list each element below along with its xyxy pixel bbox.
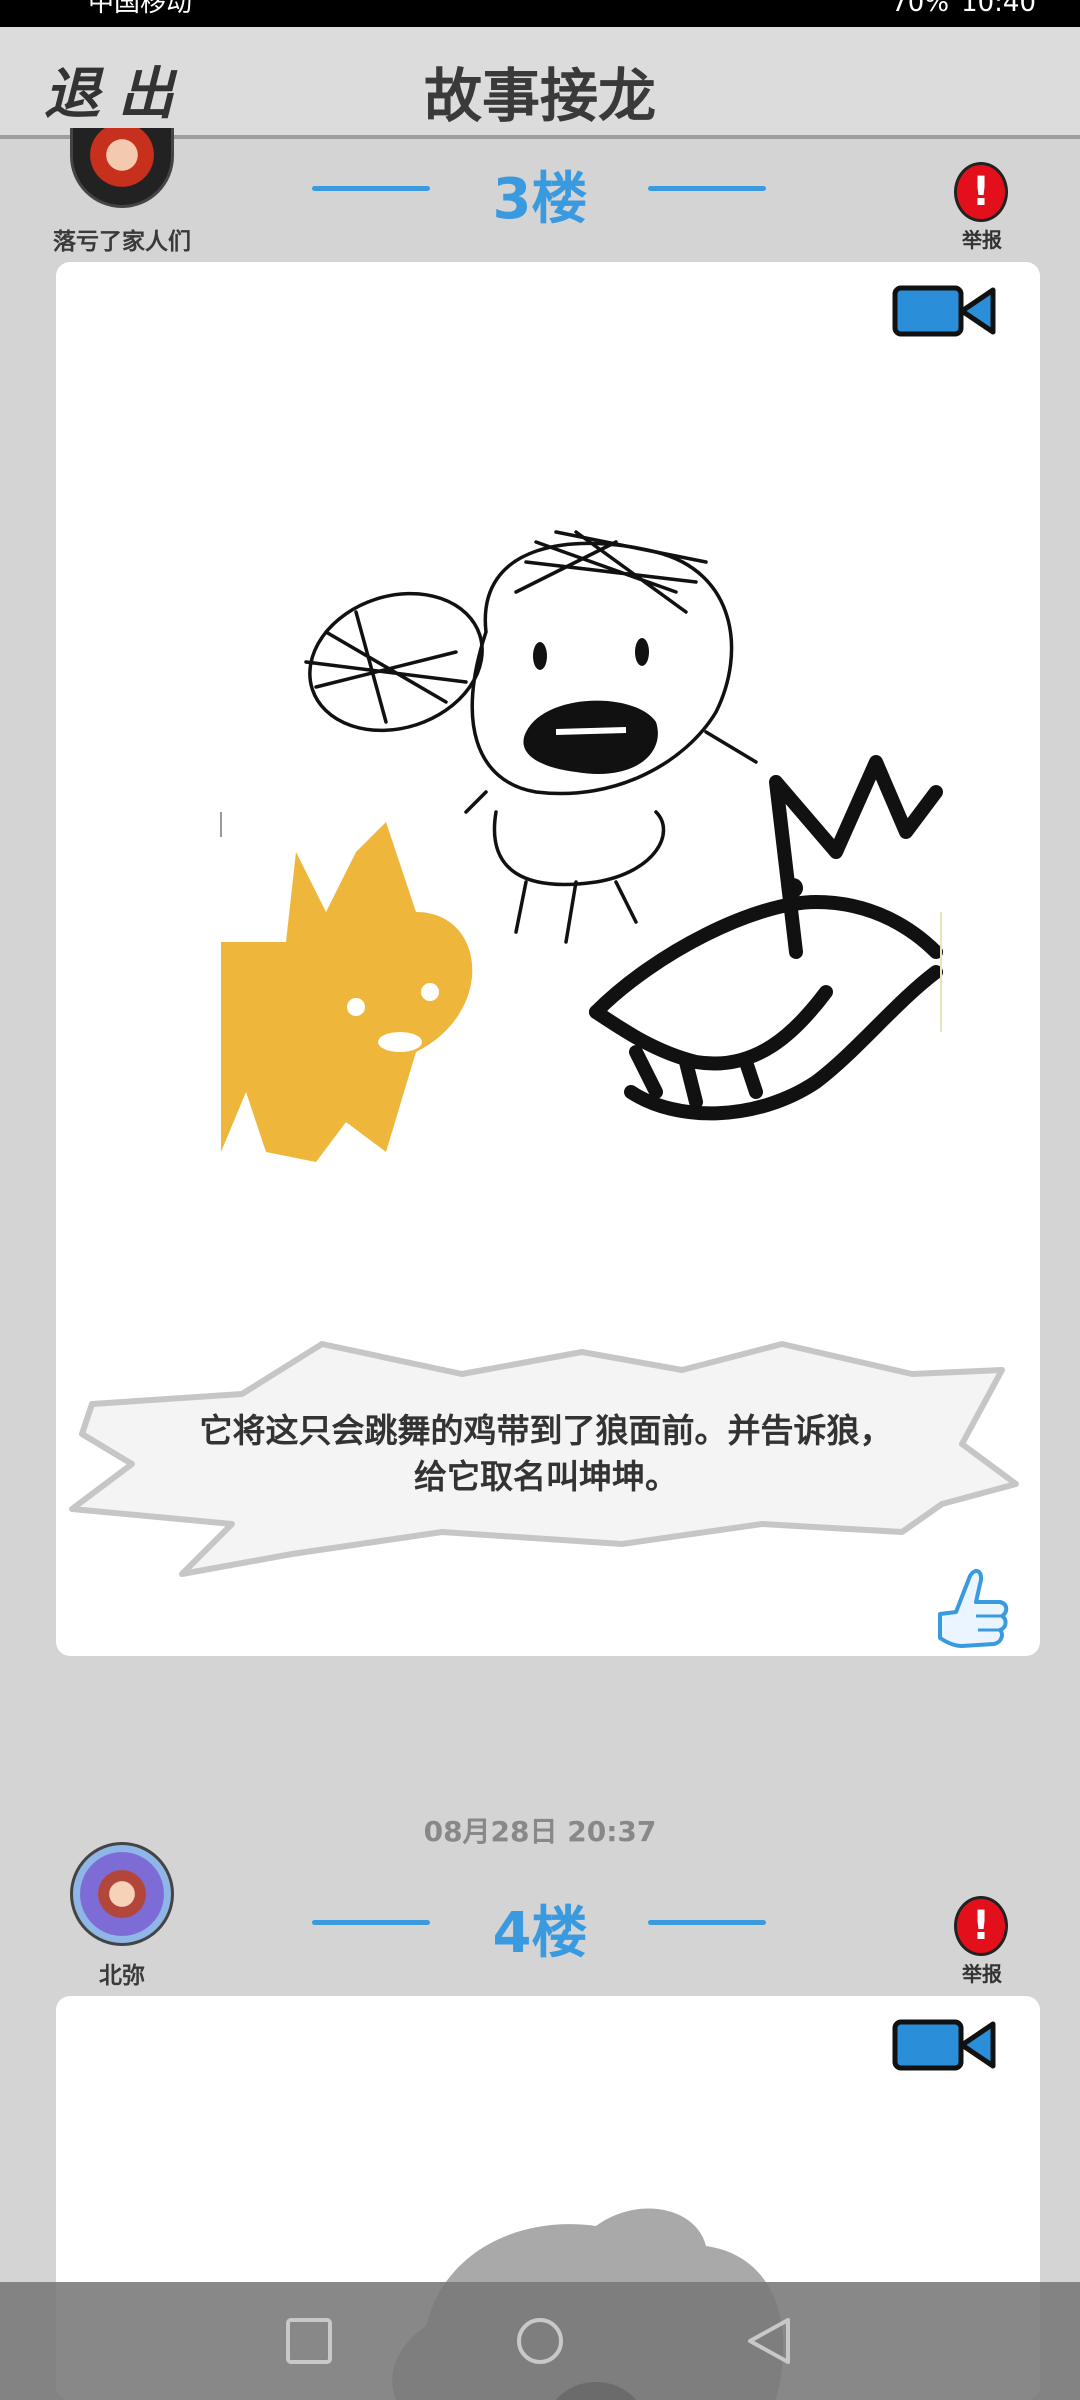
report-label: 举报	[962, 228, 1002, 252]
status-right: 70% 10:40	[891, 0, 1036, 18]
exclamation-icon: !	[954, 162, 1008, 222]
status-bar: 中国移动 70% 10:40	[0, 0, 1080, 27]
battery-label: 70%	[891, 0, 950, 18]
thumbs-up-icon[interactable]	[930, 1562, 1010, 1652]
caption-line: 它将这只会跳舞的鸡带到了狼面前。并告诉狼，	[199, 1411, 893, 1450]
floor-divider-right	[648, 186, 766, 191]
caption-text: 它将这只会跳舞的鸡带到了狼面前。并告诉狼， 给它取名叫坤坤。	[146, 1408, 946, 1500]
title-bar: 退出 故事接龙	[0, 27, 1080, 139]
exclamation-icon: !	[954, 1896, 1008, 1956]
floor-number: 4楼	[492, 1901, 588, 1966]
caption-line: 给它取名叫坤坤。	[414, 1457, 678, 1496]
page-title: 故事接龙	[423, 62, 656, 130]
report-button[interactable]: ! 举报	[954, 162, 1010, 253]
post-timestamp: 08月28日 20:37	[423, 1815, 657, 1848]
square-icon[interactable]	[284, 2316, 334, 2366]
floor-number: 3楼	[492, 167, 588, 232]
post-card: 它将这只会跳舞的鸡带到了狼面前。并告诉狼， 给它取名叫坤坤。	[56, 262, 1040, 1656]
carrier-label: 中国移动	[88, 0, 193, 18]
report-button[interactable]: ! 举报	[954, 1896, 1010, 1987]
story-drawing-image	[220, 530, 943, 1162]
clock-label: 10:40	[961, 0, 1036, 18]
system-nav-bar	[0, 2282, 1080, 2400]
triangle-back-icon[interactable]	[744, 2316, 794, 2366]
report-label: 举报	[962, 1962, 1002, 1986]
floor-divider-right	[648, 1920, 766, 1925]
circle-icon[interactable]	[515, 2316, 565, 2366]
